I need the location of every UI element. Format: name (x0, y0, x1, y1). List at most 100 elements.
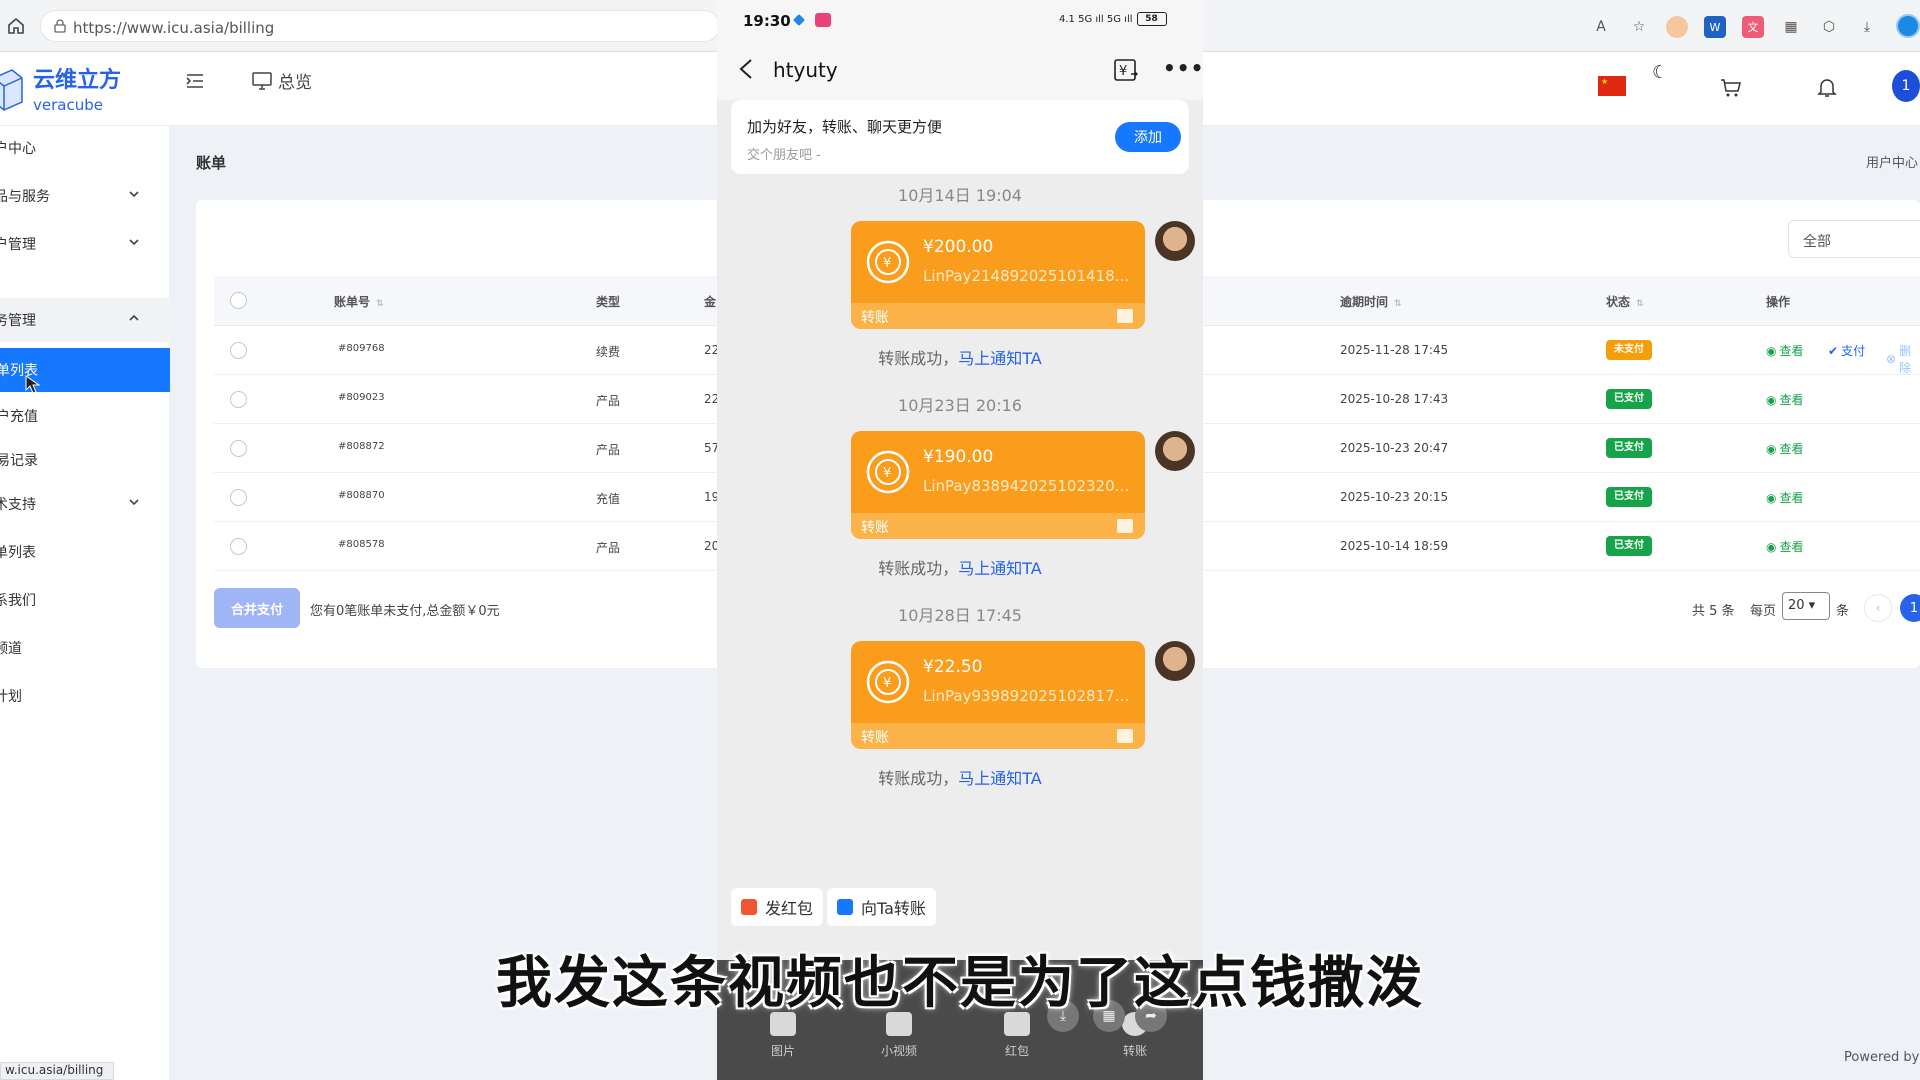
bill-number[interactable]: #809023 (338, 392, 385, 403)
select-all-checkbox[interactable] (230, 292, 247, 309)
sidebar-item-transactions[interactable]: 易记录 (0, 438, 170, 482)
transfer-amount: ¥190.00 (923, 447, 994, 467)
bill-number[interactable]: #808578 (338, 539, 385, 550)
china-flag-icon[interactable] (1598, 76, 1626, 96)
row-checkbox[interactable] (230, 440, 247, 457)
word-extension-icon[interactable]: W (1704, 16, 1726, 38)
view-button[interactable]: ◉ 查看 (1766, 489, 1804, 506)
transfer-reference: LinPay8389420251023201... (923, 477, 1135, 495)
unpaid-summary: 您有0笔账单未支付,总金额￥0元 (310, 604, 500, 619)
video-subtitle: 我发这条视频也不是为了这点钱撒泼 (496, 951, 1424, 1016)
translate-extension-icon[interactable]: 文 (1742, 16, 1764, 38)
cart-icon[interactable] (1720, 78, 1742, 98)
cookie-extension-icon[interactable] (1666, 16, 1688, 38)
bill-due-time: 2025-10-23 20:47 (1340, 441, 1449, 455)
puzzle-icon[interactable]: ⬡ (1818, 16, 1840, 38)
overview-link[interactable]: 总览 (252, 68, 312, 93)
mouse-cursor-icon (25, 375, 41, 394)
back-arrow-icon[interactable] (737, 58, 755, 80)
merge-pay-button[interactable]: 合并支付 (214, 588, 300, 628)
grid-extension-icon[interactable]: ▦ (1780, 16, 1802, 38)
per-page-select[interactable]: 20 ▾ (1782, 592, 1830, 620)
sender-avatar[interactable] (1155, 431, 1195, 471)
user-avatar[interactable]: 1 (1892, 70, 1920, 102)
add-friend-button[interactable]: 添加 (1115, 122, 1181, 152)
star-icon[interactable]: ☆ (1628, 16, 1650, 38)
address-bar[interactable]: https://www.icu.asia/billing (40, 10, 720, 42)
bill-number[interactable]: #808870 (338, 490, 385, 501)
header-due-time[interactable]: 逾期时间 ⇅ (1340, 293, 1402, 310)
svg-text:¥: ¥ (1119, 64, 1127, 79)
bill-number[interactable]: #808872 (338, 441, 385, 452)
phone-chat-overlay: 19:30 4.1 5G ıll 5G ıll 58 htyuty ¥ ••• … (717, 0, 1203, 1080)
tool-red-packet[interactable]: 红包 (987, 1012, 1047, 1059)
sidebar-item-account-management[interactable]: 户管理 (0, 222, 170, 266)
sidebar-item-contact-us[interactable]: 系我们 (0, 578, 170, 622)
browser-profile-icon[interactable] (1896, 14, 1920, 38)
pay-button[interactable]: ✔ 支付 (1828, 342, 1865, 359)
sender-avatar[interactable] (1155, 641, 1195, 681)
dark-mode-moon-icon[interactable]: ☾ (1652, 62, 1668, 83)
bill-number[interactable]: #809768 (338, 343, 385, 354)
sidebar-item-tech-support[interactable]: 术支持 (0, 482, 170, 526)
row-checkbox[interactable] (230, 391, 247, 408)
add-friend-subtitle: 交个朋友吧 - (747, 148, 821, 163)
transfer-card[interactable]: ¥ ¥200.00 LinPay2148920251014185... 转账 (851, 221, 1145, 329)
sender-avatar[interactable] (1155, 221, 1195, 261)
header-status[interactable]: 状态 ⇅ (1606, 293, 1644, 310)
view-button[interactable]: ◉ 查看 (1766, 342, 1804, 359)
svg-text:¥: ¥ (883, 466, 891, 481)
tool-short-video[interactable]: 小视频 (869, 1012, 929, 1059)
sidebar-item-label: 户管理 (0, 237, 36, 253)
transfer-success-text: 转账成功，马上通知TA (878, 559, 1042, 578)
bill-type: 续费 (596, 345, 621, 359)
row-checkbox[interactable] (230, 538, 247, 555)
page-title: 账单 (196, 154, 227, 172)
sidebar-item-products[interactable]: 品与服务 (0, 174, 170, 218)
more-options-icon[interactable]: ••• (1163, 56, 1203, 80)
sidebar-item-user-center[interactable]: 户中心 (0, 126, 170, 170)
download-icon[interactable]: ⤓ (1856, 16, 1878, 38)
transfer-reference: LinPay9398920251028174... (923, 687, 1135, 705)
page-1-button[interactable]: 1 (1900, 594, 1920, 622)
notify-link[interactable]: 马上通知TA (958, 769, 1041, 788)
transfer-card[interactable]: ¥ ¥22.50 LinPay9398920251028174... 转账 (851, 641, 1145, 749)
status-badge: 已支付 (1606, 487, 1652, 507)
transfer-amount: ¥200.00 (923, 237, 994, 257)
menu-toggle-icon[interactable] (184, 70, 206, 92)
transfer-card-footer: 转账 (851, 723, 1145, 749)
header-bill-no[interactable]: 账单号 ⇅ (334, 293, 384, 310)
view-button[interactable]: ◉ 查看 (1766, 538, 1804, 555)
chat-nav-bar: htyuty ¥ ••• (717, 40, 1203, 100)
notify-link[interactable]: 马上通知TA (958, 349, 1041, 368)
transfer-to-ta-button[interactable]: 向Ta转账 (827, 888, 936, 926)
user-center-breadcrumb[interactable]: 用户中心 (1866, 152, 1918, 171)
sidebar-item-plan[interactable]: 计划 (0, 674, 170, 718)
sidebar-item-channel[interactable]: 频道 (0, 626, 170, 670)
sidebar-item-finance-management[interactable]: 务管理 (0, 298, 170, 342)
read-aloud-icon[interactable]: A (1590, 16, 1612, 38)
monitor-icon (252, 71, 272, 90)
delete-button[interactable]: ⊗ 删除 (1886, 342, 1920, 376)
transfer-yuan-icon[interactable]: ¥ (1113, 58, 1139, 82)
prev-page-button[interactable]: ‹ (1864, 594, 1892, 622)
view-button[interactable]: ◉ 查看 (1766, 391, 1804, 408)
sidebar-item-ticket-list[interactable]: 单列表 (0, 530, 170, 574)
header-operations: 操作 (1766, 295, 1791, 309)
status-filter-select[interactable]: 全部 (1788, 220, 1920, 258)
row-checkbox[interactable] (230, 342, 247, 359)
transfer-success-text: 转账成功，马上通知TA (878, 769, 1042, 788)
send-red-packet-button[interactable]: 发红包 (731, 888, 824, 926)
tool-image[interactable]: 图片 (753, 1012, 813, 1059)
transfer-card[interactable]: ¥ ¥190.00 LinPay8389420251023201... 转账 (851, 431, 1145, 539)
bill-due-time: 2025-10-14 18:59 (1340, 539, 1449, 553)
home-icon[interactable] (6, 16, 26, 36)
message-timestamp: 10月14日 19:04 (898, 186, 1022, 205)
row-checkbox[interactable] (230, 489, 247, 506)
bell-icon[interactable] (1816, 76, 1838, 98)
sidebar-item-label: 单列表 (0, 545, 36, 561)
status-badge: 已支付 (1606, 536, 1652, 556)
notify-link[interactable]: 马上通知TA (958, 559, 1041, 578)
sidebar-item-recharge[interactable]: 户充值 (0, 394, 170, 438)
view-button[interactable]: ◉ 查看 (1766, 440, 1804, 457)
